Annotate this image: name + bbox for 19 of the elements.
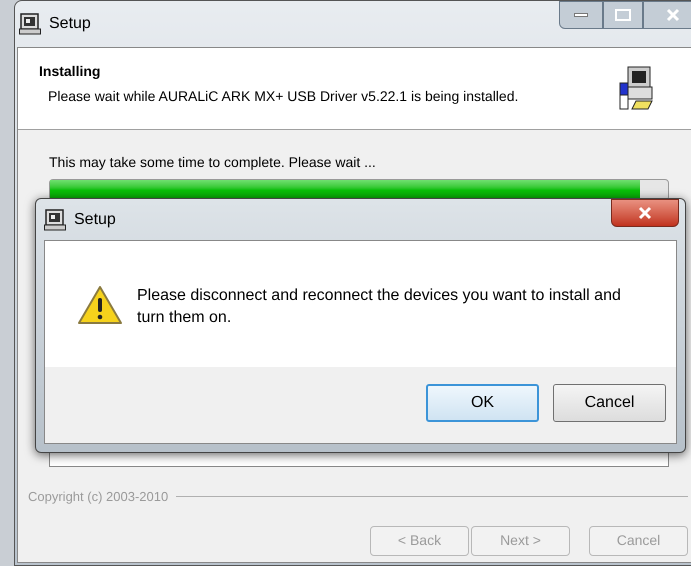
status-text: This may take some time to complete. Please wait ... <box>49 153 377 172</box>
installer-computer-icon <box>618 65 654 111</box>
minimize-button[interactable] <box>559 1 603 29</box>
close-button[interactable] <box>643 1 691 29</box>
dialog-button[interactable]: Cancel <box>553 384 666 422</box>
header-title: Installing <box>39 62 102 81</box>
dialog-button[interactable]: OK <box>426 384 539 422</box>
maximize-button[interactable] <box>603 1 643 29</box>
dialog-message: Please disconnect and reconnect the devices you want to install and turn them on. <box>137 286 622 328</box>
close-button[interactable] <box>611 199 679 227</box>
close-icon <box>666 8 680 22</box>
copyright-text: Copyright (c) 2003-2010 <box>28 488 168 506</box>
dialog-title: Setup <box>74 210 116 230</box>
header-subtitle: Please wait while AURALiC ARK MX+ USB Driver v5.22.1 is being installed. <box>47 87 518 106</box>
computer-icon <box>44 208 66 230</box>
window-title: Setup <box>49 14 91 34</box>
close-icon <box>638 206 652 220</box>
computer-icon <box>19 13 41 35</box>
warning-icon <box>77 285 123 325</box>
